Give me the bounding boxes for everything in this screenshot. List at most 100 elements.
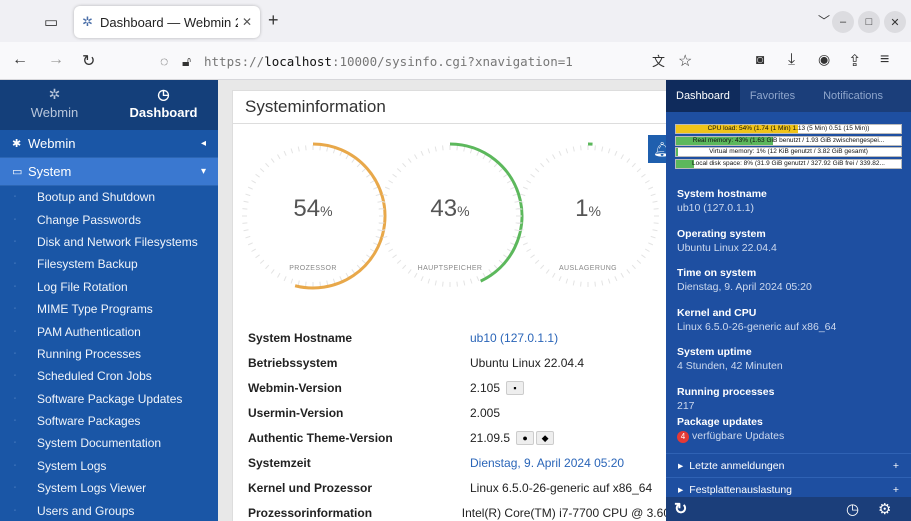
gauge-tick [526, 180, 532, 184]
account-icon[interactable]: ◉ [818, 51, 830, 68]
right-info-key: System hostname [677, 188, 767, 200]
bullet-icon: ◦ [14, 350, 17, 357]
bullet-icon: ◦ [14, 507, 17, 514]
category-system[interactable]: ▭ System ▾ [0, 158, 218, 186]
info-value[interactable]: ub10 (127.0.1.1) [470, 331, 558, 345]
bookmark-star-icon[interactable]: ☆ [678, 51, 692, 71]
forward-icon[interactable]: → [48, 51, 64, 69]
gauge-tick [396, 259, 402, 264]
sidebar-item[interactable]: ◦ Disk and Network Filesystems [0, 231, 218, 253]
gauge-tick [520, 235, 526, 239]
maximize-icon[interactable]: □ [858, 11, 880, 33]
close-tab-icon[interactable]: ✕ [238, 15, 252, 29]
gauge-tick [620, 272, 624, 278]
terminal-icon[interactable]: ▪ [506, 381, 525, 395]
shield-icon[interactable]: ◌ [160, 53, 182, 69]
sidebar-item[interactable]: ◦ System Logs [0, 455, 218, 477]
gauge-tick [626, 158, 631, 163]
usage-bar-fill [676, 148, 679, 156]
sidebar-item-label: Software Package Updates [37, 391, 183, 406]
info-icon[interactable]: ● [516, 431, 535, 445]
right-tab-notifications[interactable]: Notifications [813, 80, 893, 112]
gauge-label: AUSLAGERUNG [558, 265, 618, 272]
gauge-tick [442, 145, 444, 151]
sidebar-item[interactable]: ◦ Filesystem Backup [0, 253, 218, 275]
sidebar-tab-dashboard[interactable]: ◷ Dashboard [109, 80, 218, 130]
gauge-tick [545, 158, 550, 163]
bullet-icon: ◦ [14, 485, 17, 492]
chevron-down-icon[interactable]: ﹀ [818, 12, 830, 29]
gauge-tick [402, 162, 407, 168]
sidebar-item[interactable]: ◦ Running Processes [0, 343, 218, 365]
reload-icon[interactable]: ↻ [82, 51, 95, 71]
chevron-left-icon: ◂ [200, 138, 206, 149]
usage-bar: Real memory: 43% (1.63 GiB benutzt / 1.9… [675, 135, 902, 146]
browser-tab[interactable]: ✲ Dashboard — Webmin 2. ✕ [74, 6, 260, 38]
sidebar-item[interactable]: ◦ Software Packages [0, 410, 218, 432]
url-bar[interactable]: ◌ 🔓︎ https://localhost:10000/sysinfo.cgi… [160, 47, 690, 75]
refresh-icon[interactable]: ↻ [674, 499, 687, 519]
url-text[interactable]: https://localhost:10000/sysinfo.cgi?xnav… [204, 54, 573, 69]
right-section[interactable]: ▸ Letzte anmeldungen + [666, 453, 911, 477]
gauge-tick [251, 180, 257, 184]
tab-list-icon[interactable]: ▭ [44, 13, 58, 31]
palette-icon[interactable]: ◆ [536, 431, 555, 445]
gauge-tick [283, 276, 287, 282]
share-icon[interactable]: ⇪ [848, 51, 861, 71]
sidebar-tab-webmin[interactable]: ✲ Webmin [0, 80, 109, 130]
translate-icon[interactable]: 文 [652, 51, 665, 70]
sidebar-item[interactable]: ◦ Software Package Updates [0, 388, 218, 410]
sidebar-item[interactable]: ◦ Change Passwords [0, 208, 218, 230]
gauge-tick [607, 278, 611, 284]
sidebar-item[interactable]: ◦ System Logs Viewer [0, 477, 218, 499]
sidebar-item-label: Filesystem Backup [37, 257, 138, 272]
sidebar-item-label: PAM Authentication [37, 324, 141, 339]
sysinfo-panel: Systeminformation 🔔︎ 54% PROZESSOR 43% HAUP… [232, 90, 666, 521]
gauge-tick [652, 229, 658, 232]
lock-icon[interactable]: 🔓︎ [182, 53, 204, 70]
gauge-tick [482, 272, 486, 278]
pocket-icon[interactable]: ◙ [756, 51, 764, 67]
sidebar-item[interactable]: ◦ Log File Rotation [0, 276, 218, 298]
info-value[interactable]: Dienstag, 9. April 2024 05:20 [470, 456, 624, 470]
gear-icon: ✱ [12, 138, 22, 150]
info-row: Prozessorinformation Intel(R) Core(TM) i7… [248, 501, 666, 521]
sidebar-item[interactable]: ◦ System Documentation [0, 432, 218, 454]
gauge-tick [356, 162, 361, 168]
info-key: Prozessorinformation [248, 506, 373, 520]
sidebar-item[interactable]: ◦ Scheduled Cron Jobs [0, 365, 218, 387]
system-menu-list: ◦ Bootup and Shutdown ◦ Change Passwords ◦ Di… [0, 186, 218, 521]
bullet-icon: ◦ [14, 373, 17, 380]
gauge-value: 43% [375, 195, 525, 223]
close-window-icon[interactable]: ✕ [884, 11, 906, 33]
menu-icon[interactable]: ≡ [880, 51, 889, 69]
right-info-value: 217 [677, 399, 695, 412]
back-icon[interactable]: ← [12, 51, 28, 69]
dashboard-gauge-icon[interactable]: ◷ [846, 500, 859, 518]
gauge-unit: % [457, 203, 470, 219]
gauge-tick [297, 280, 300, 286]
gauge-tick [580, 281, 582, 287]
sidebar-item[interactable]: ◦ MIME Type Programs [0, 298, 218, 320]
right-panel: Dashboard Favorites Notifications CPU load… [666, 80, 911, 521]
right-tab-favorites[interactable]: Favorites [740, 80, 805, 112]
settings-gear-icon[interactable]: ⚙ [878, 500, 891, 518]
right-info-item: Running processes 217 [677, 386, 902, 412]
gauge-tick [648, 242, 654, 246]
sidebar-item[interactable]: ◦ Users and Groups [0, 499, 218, 521]
usage-bar-text: Virtual memory: 1% (12 KiB genutzt / 3.8… [709, 148, 868, 155]
right-info-value: ub10 (127.0.1.1) [677, 202, 755, 214]
sidebar-item[interactable]: ◦ Bootup and Shutdown [0, 186, 218, 208]
download-icon[interactable]: ⤓ [788, 51, 795, 69]
minimize-icon[interactable]: – [832, 11, 854, 33]
sidebar-item[interactable]: ◦ PAM Authentication [0, 320, 218, 342]
gauge-number: 54 [293, 195, 321, 222]
gauge-tick [463, 280, 466, 286]
new-tab-icon[interactable]: + [268, 10, 279, 31]
package-updates-value[interactable]: 4 verfügbare Updates [677, 430, 902, 443]
gauge-tick [463, 146, 466, 152]
right-info-item: Operating system Ubuntu Linux 22.04.4 [677, 228, 902, 254]
category-webmin[interactable]: ✱ Webmin ◂ [0, 130, 218, 158]
right-tab-dashboard[interactable]: Dashboard [666, 80, 740, 112]
right-info-value: Linux 6.5.0-26-generic auf x86_64 [677, 320, 837, 333]
